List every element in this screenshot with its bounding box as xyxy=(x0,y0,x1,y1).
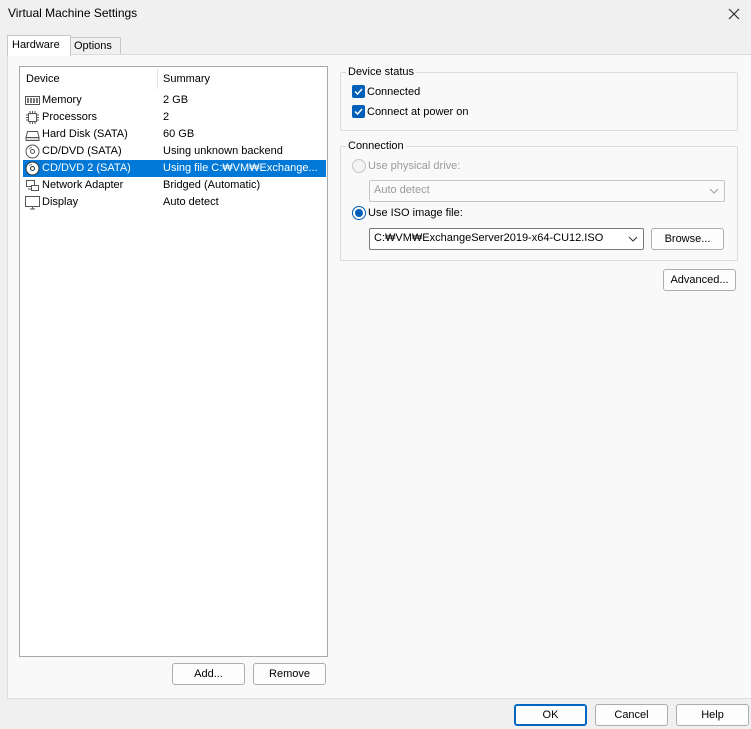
device-row-cd-dvd[interactable]: CD/DVD (SATA) Using unknown backend xyxy=(23,143,326,160)
help-button[interactable]: Help xyxy=(676,704,749,726)
physical-drive-value: Auto detect xyxy=(374,184,430,196)
column-separator[interactable] xyxy=(157,69,158,89)
device-summary: Bridged (Automatic) xyxy=(163,179,261,191)
device-list-header: Device Summary xyxy=(20,67,327,89)
network-adapter-icon xyxy=(26,180,39,191)
close-icon xyxy=(728,8,740,20)
cancel-button[interactable]: Cancel xyxy=(595,704,668,726)
device-summary: 60 GB xyxy=(163,128,195,140)
device-row-network-adapter[interactable]: Network Adapter Bridged (Automatic) xyxy=(23,177,326,194)
title-bar: Virtual Machine Settings xyxy=(0,0,751,28)
device-status-group: Device status xyxy=(340,66,738,131)
use-physical-drive-label[interactable]: Use physical drive: xyxy=(368,160,460,172)
iso-image-path-value: C:₩VM₩ExchangeServer2019-x64-CU12.ISO xyxy=(374,232,604,244)
device-summary: 2 xyxy=(163,111,170,123)
processor-icon xyxy=(26,111,39,124)
checkmark-icon xyxy=(354,88,363,96)
device-row-hard-disk[interactable]: Hard Disk (SATA) 60 GB xyxy=(23,126,326,143)
tab-options[interactable]: Options xyxy=(69,37,121,55)
display-icon xyxy=(25,196,40,210)
device-summary: Auto detect xyxy=(163,196,219,208)
device-row-processors[interactable]: Processors 2 xyxy=(23,109,326,126)
device-status-legend: Device status xyxy=(348,66,415,78)
checkmark-icon xyxy=(354,108,363,116)
window-title: Virtual Machine Settings xyxy=(8,6,138,20)
cd-dvd-icon xyxy=(25,161,40,176)
close-button[interactable] xyxy=(717,0,751,28)
connected-checkbox[interactable] xyxy=(352,85,365,98)
device-name: CD/DVD (SATA) xyxy=(42,145,122,157)
device-name: Processors xyxy=(42,111,98,123)
device-name: Hard Disk (SATA) xyxy=(42,128,128,140)
device-name: CD/DVD 2 (SATA) xyxy=(42,162,131,174)
physical-drive-select[interactable]: Auto detect xyxy=(369,180,725,202)
device-list[interactable]: Device Summary Memory 2 GB Processors 2 … xyxy=(19,66,328,657)
tab-hardware[interactable]: Hardware xyxy=(7,35,71,56)
connect-at-power-on-label[interactable]: Connect at power on xyxy=(367,106,469,118)
device-name: Network Adapter xyxy=(42,179,124,191)
memory-icon xyxy=(25,96,40,105)
add-button[interactable]: Add... xyxy=(172,663,245,685)
use-iso-image-label[interactable]: Use ISO image file: xyxy=(368,207,463,219)
ok-button[interactable]: OK xyxy=(514,704,587,726)
chevron-down-icon xyxy=(709,188,719,194)
chevron-down-icon xyxy=(628,236,638,242)
device-row-memory[interactable]: Memory 2 GB xyxy=(23,92,326,109)
hard-disk-icon xyxy=(25,131,40,141)
column-header-device[interactable]: Device xyxy=(26,73,60,85)
iso-image-path-input[interactable]: C:₩VM₩ExchangeServer2019-x64-CU12.ISO xyxy=(369,228,644,250)
use-physical-drive-radio[interactable] xyxy=(352,159,366,173)
device-name: Display xyxy=(42,196,79,208)
column-header-summary[interactable]: Summary xyxy=(163,73,210,85)
device-name: Memory xyxy=(42,94,82,106)
device-summary: Using unknown backend xyxy=(163,145,283,157)
device-row-display[interactable]: Display Auto detect xyxy=(23,194,326,211)
connection-legend: Connection xyxy=(348,140,404,152)
device-summary: Using file C:₩VM₩Exchange... xyxy=(163,162,318,174)
browse-button[interactable]: Browse... xyxy=(651,228,724,250)
remove-button[interactable]: Remove xyxy=(253,663,326,685)
cd-dvd-icon xyxy=(25,144,40,159)
device-row-cd-dvd-2[interactable]: CD/DVD 2 (SATA) Using file C:₩VM₩Exchang… xyxy=(23,160,326,177)
connect-at-power-on-checkbox[interactable] xyxy=(352,105,365,118)
use-iso-image-radio[interactable] xyxy=(352,206,366,220)
connected-label[interactable]: Connected xyxy=(367,86,420,98)
advanced-button[interactable]: Advanced... xyxy=(663,269,736,291)
device-summary: 2 GB xyxy=(163,94,189,106)
